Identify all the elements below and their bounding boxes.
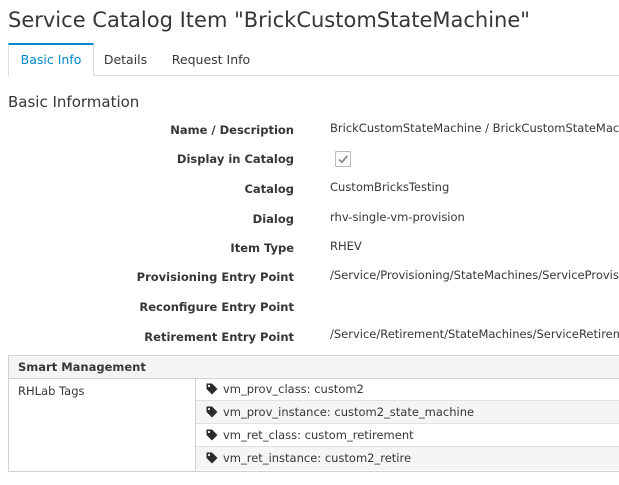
tag-icon: [206, 406, 218, 418]
label-name-description: Name / Description: [170, 123, 294, 137]
value-dialog: rhv-single-vm-provision: [330, 210, 465, 224]
rhlab-tags-label: RHLab Tags: [18, 384, 85, 398]
tab-request-info[interactable]: Request Info: [160, 44, 262, 75]
label-display-in-catalog: Display in Catalog: [176, 152, 294, 166]
value-retirement-entry-point: /Service/Retirement/StateMachines/Servic…: [330, 327, 619, 341]
tab-details[interactable]: Details: [93, 44, 158, 75]
tab-bar: Basic Info Details Request Info: [8, 43, 619, 76]
section-heading-basic-information: Basic Information: [8, 93, 140, 111]
tag-row: vm_ret_instance: custom2_retire: [196, 447, 619, 470]
value-provisioning-entry-point: /Service/Provisioning/StateMachines/Serv…: [330, 268, 619, 282]
tag-icon: [206, 452, 218, 464]
tag-row: vm_ret_class: custom_retirement: [196, 424, 619, 447]
tag-icon: [206, 383, 218, 395]
value-catalog: CustomBricksTesting: [330, 180, 450, 194]
label-provisioning-entry-point: Provisioning Entry Point: [136, 270, 294, 284]
smart-management-panel: Smart Management RHLab Tags vm_prov_clas…: [8, 355, 619, 472]
tag-text: vm_prov_class: custom2: [223, 382, 364, 396]
value-name-description: BrickCustomStateMachine / BrickCustomSta…: [330, 121, 619, 135]
display-in-catalog-checkbox[interactable]: [335, 151, 351, 167]
label-dialog: Dialog: [252, 212, 294, 226]
smart-management-heading: Smart Management: [9, 356, 619, 379]
tag-row: vm_prov_class: custom2: [196, 378, 619, 401]
label-catalog: Catalog: [244, 182, 294, 196]
label-retirement-entry-point: Retirement Entry Point: [144, 330, 294, 344]
tag-text: vm_ret_class: custom_retirement: [223, 428, 414, 442]
value-item-type: RHEV: [330, 239, 362, 253]
tab-basic-info[interactable]: Basic Info: [8, 43, 94, 76]
tag-text: vm_ret_instance: custom2_retire: [223, 451, 412, 465]
page-title: Service Catalog Item "BrickCustomStateMa…: [8, 8, 530, 32]
label-item-type: Item Type: [230, 241, 294, 255]
tag-text: vm_prov_instance: custom2_state_machine: [223, 405, 475, 419]
checkmark-icon: [338, 155, 348, 164]
tag-icon: [206, 429, 218, 441]
label-reconfigure-entry-point: Reconfigure Entry Point: [139, 300, 294, 314]
tag-row: vm_prov_instance: custom2_state_machine: [196, 401, 619, 424]
